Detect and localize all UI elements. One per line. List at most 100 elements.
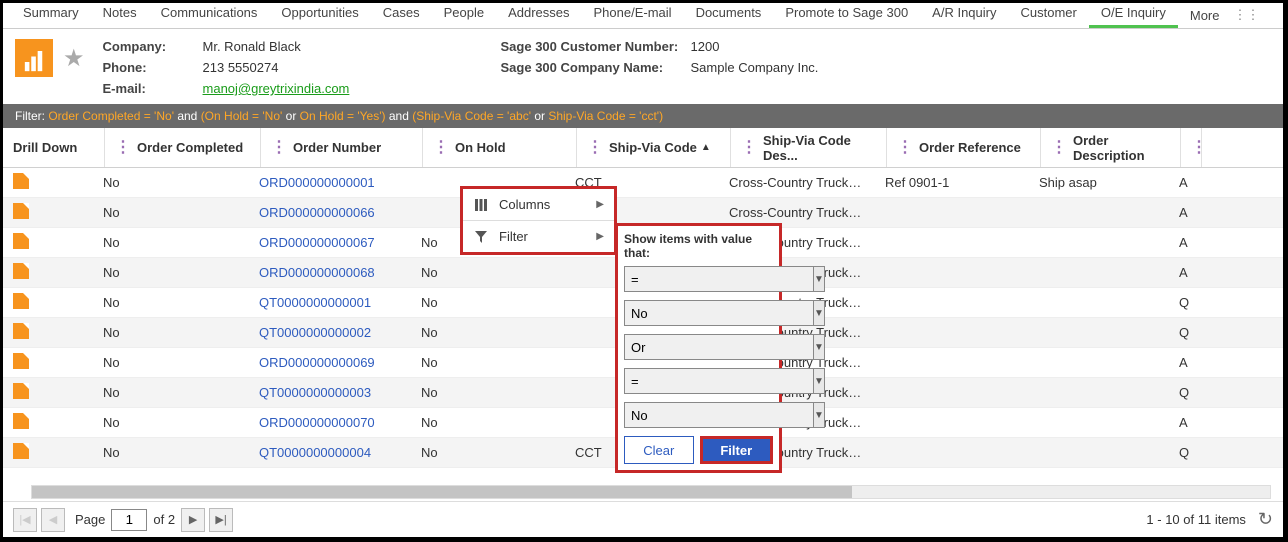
column-menu-icon[interactable]: ⋮ [741, 144, 755, 152]
order-number-link[interactable]: ORD000000000070 [249, 415, 411, 430]
column-on-hold[interactable]: ⋮On Hold [423, 128, 577, 167]
column-menu-icon[interactable]: ⋮ [433, 144, 447, 152]
more-dots-icon[interactable]: ⋮⋮ [1230, 3, 1264, 28]
column-order-completed[interactable]: ⋮Order Completed [105, 128, 261, 167]
column-menu-icon[interactable]: ⋮ [587, 144, 601, 152]
more-tab[interactable]: More [1182, 4, 1228, 28]
tab-communications[interactable]: Communications [149, 3, 270, 28]
drill-down-cell[interactable] [3, 323, 93, 342]
dropdown-arrow-icon[interactable]: ▼ [814, 402, 825, 428]
drill-down-cell[interactable] [3, 263, 93, 282]
on-hold-cell: No [411, 295, 565, 310]
drill-down-icon[interactable] [13, 203, 29, 219]
filter-value-1[interactable] [624, 300, 814, 326]
column-ship-via-desc[interactable]: ⋮Ship-Via Code Des... [731, 128, 887, 167]
drill-down-cell[interactable] [3, 353, 93, 372]
drill-down-icon[interactable] [13, 263, 29, 279]
order-number-link[interactable]: QT0000000000003 [249, 385, 411, 400]
column-drill-down[interactable]: Drill Down [3, 128, 105, 167]
tab-phone-e-mail[interactable]: Phone/E-mail [582, 3, 684, 28]
dropdown-arrow-icon[interactable]: ▼ [814, 266, 825, 292]
column-context-menu: Columns ▶ Filter ▶ [460, 186, 617, 255]
drill-down-icon[interactable] [13, 173, 29, 189]
column-menu-icon[interactable]: ⋮ [1051, 144, 1065, 152]
column-order-description[interactable]: ⋮Order Description [1041, 128, 1181, 167]
on-hold-cell: No [411, 265, 565, 280]
refresh-icon[interactable]: ↻ [1258, 509, 1273, 530]
table-row[interactable]: NoORD000000000001CCTCross-Country Trucki… [3, 168, 1283, 198]
column-ship-via-code[interactable]: ⋮Ship-Via Code▲ [577, 128, 731, 167]
dropdown-arrow-icon[interactable]: ▼ [814, 334, 825, 360]
column-order-number[interactable]: ⋮Order Number [261, 128, 423, 167]
order-ref-cell: Ref 0901-1 [875, 175, 1029, 190]
filter-value-2[interactable] [624, 402, 814, 428]
tab-customer[interactable]: Customer [1008, 3, 1088, 28]
drill-down-icon[interactable] [13, 293, 29, 309]
horizontal-scrollbar[interactable] [31, 485, 1271, 499]
completed-cell: No [93, 265, 249, 280]
drill-down-cell[interactable] [3, 413, 93, 432]
scrollbar-thumb[interactable] [32, 486, 852, 498]
sort-asc-icon: ▲ [701, 142, 711, 153]
tab-o-e-inquiry[interactable]: O/E Inquiry [1089, 3, 1178, 28]
pager-next-button[interactable]: ▶ [181, 508, 205, 532]
pager-first-button[interactable]: |◀ [13, 508, 37, 532]
drill-down-icon[interactable] [13, 413, 29, 429]
order-number-link[interactable]: QT0000000000002 [249, 325, 411, 340]
dropdown-arrow-icon[interactable]: ▼ [814, 368, 825, 394]
tab-documents[interactable]: Documents [684, 3, 774, 28]
apply-filter-button[interactable]: Filter [703, 439, 771, 461]
column-menu-icon[interactable]: ⋮ [115, 144, 129, 152]
order-number-link[interactable]: ORD000000000068 [249, 265, 411, 280]
drill-down-cell[interactable] [3, 293, 93, 312]
order-number-link[interactable]: QT0000000000004 [249, 445, 411, 460]
dropdown-arrow-icon[interactable]: ▼ [814, 300, 825, 326]
menu-item-filter[interactable]: Filter ▶ [463, 220, 614, 252]
drill-down-icon[interactable] [13, 323, 29, 339]
drill-down-cell[interactable] [3, 173, 93, 192]
drill-down-icon[interactable] [13, 353, 29, 369]
drill-down-cell[interactable] [3, 233, 93, 252]
ship-via-desc-cell: Cross-Country Trucking ... [719, 205, 875, 220]
menu-item-columns[interactable]: Columns ▶ [463, 189, 614, 220]
pager-page-input[interactable] [111, 509, 147, 531]
completed-cell: No [93, 205, 249, 220]
order-number-link[interactable]: ORD000000000069 [249, 355, 411, 370]
order-number-link[interactable]: ORD000000000066 [249, 205, 411, 220]
s300-name-label: Sage 300 Company Name: [501, 60, 691, 75]
filter-icon [473, 230, 489, 244]
drill-down-cell[interactable] [3, 383, 93, 402]
column-menu-icon[interactable]: ⋮ [271, 144, 285, 152]
tab-a-r-inquiry[interactable]: A/R Inquiry [920, 3, 1008, 28]
drill-down-cell[interactable] [3, 443, 93, 462]
filter-operator-1[interactable] [624, 266, 814, 292]
order-number-link[interactable]: ORD000000000067 [249, 235, 411, 250]
tab-notes[interactable]: Notes [91, 3, 149, 28]
tab-cases[interactable]: Cases [371, 3, 432, 28]
favorite-star-icon[interactable]: ★ [63, 44, 85, 73]
completed-cell: No [93, 325, 249, 340]
filter-logic-operator[interactable] [624, 334, 814, 360]
tab-addresses[interactable]: Addresses [496, 3, 581, 28]
tab-summary[interactable]: Summary [11, 3, 91, 28]
order-number-link[interactable]: ORD000000000001 [249, 175, 411, 190]
tab-people[interactable]: People [432, 3, 496, 28]
tab-promote-to-sage-300[interactable]: Promote to Sage 300 [773, 3, 920, 28]
drill-down-cell[interactable] [3, 203, 93, 222]
pager-prev-button[interactable]: ◀ [41, 508, 65, 532]
filter-operator-2[interactable] [624, 368, 814, 394]
email-link[interactable]: manoj@greytrixindia.com [203, 81, 423, 96]
tab-opportunities[interactable]: Opportunities [269, 3, 370, 28]
column-order-reference[interactable]: ⋮Order Reference [887, 128, 1041, 167]
pager-last-button[interactable]: ▶| [209, 508, 233, 532]
clear-filter-button[interactable]: Clear [624, 436, 694, 464]
drill-down-icon[interactable] [13, 233, 29, 249]
completed-cell: No [93, 235, 249, 250]
order-number-link[interactable]: QT0000000000001 [249, 295, 411, 310]
column-menu-icon[interactable]: ⋮ [1191, 144, 1205, 152]
on-hold-cell: No [411, 415, 565, 430]
column-last[interactable]: ⋮ [1181, 128, 1202, 167]
drill-down-icon[interactable] [13, 383, 29, 399]
column-menu-icon[interactable]: ⋮ [897, 144, 911, 152]
drill-down-icon[interactable] [13, 443, 29, 459]
